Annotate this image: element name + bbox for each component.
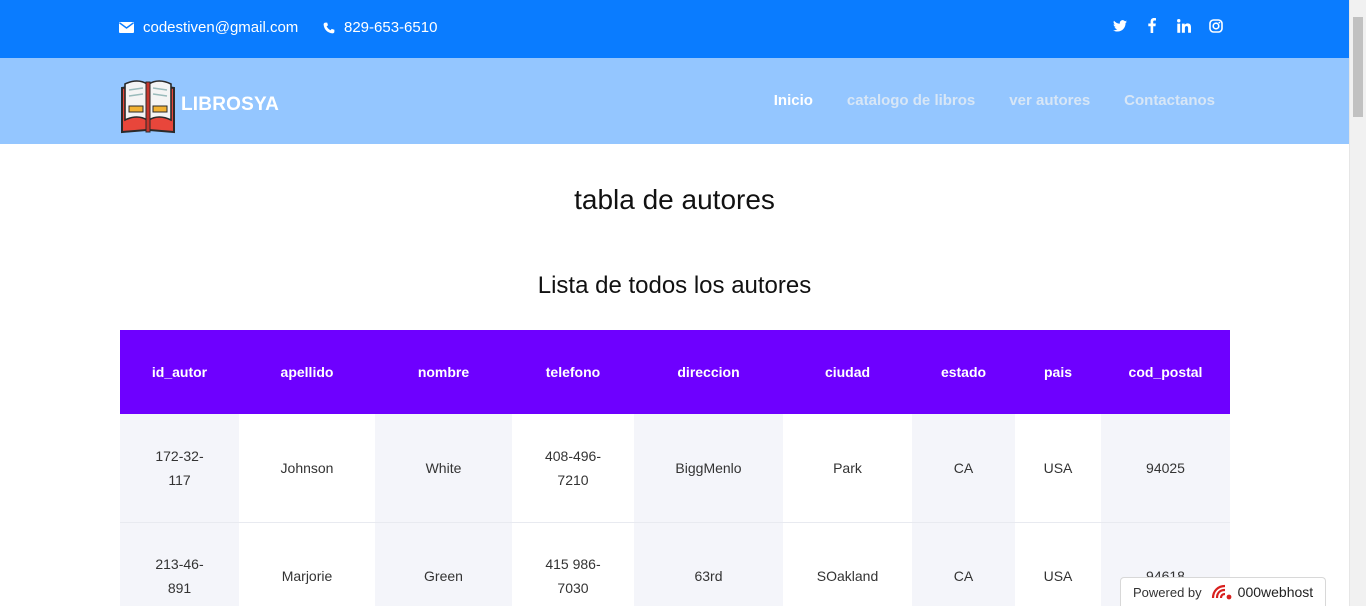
table-cell: Marjorie <box>239 522 375 606</box>
powered-by-badge[interactable]: Powered by 000webhost <box>1120 577 1326 606</box>
envelope-icon <box>119 22 134 33</box>
page-scrollbar[interactable] <box>1349 0 1366 606</box>
table-cell: SOakland <box>783 522 912 606</box>
table-cell: USA <box>1015 414 1101 523</box>
nav-link-catalogo-de-libros[interactable]: catalogo de libros <box>847 92 975 109</box>
cell-id-autor: 213-46-891 <box>155 556 204 596</box>
authors-table: id_autor apellido nombre telefono direcc… <box>120 330 1230 606</box>
table-cell: 94025 <box>1101 414 1230 523</box>
webhost-brand: 000webhost <box>1237 584 1314 600</box>
table-cell: BiggMenlo <box>634 414 783 523</box>
twitter-icon[interactable] <box>1112 18 1127 33</box>
powered-by-label: Powered by <box>1133 584 1202 600</box>
brand-logo-link[interactable]: LIBROSYA <box>119 76 279 134</box>
linkedin-icon[interactable] <box>1176 18 1191 33</box>
email-text: codestiven@gmail.com <box>143 19 299 36</box>
page-title: tabla de autores <box>574 184 775 215</box>
column-header-estado[interactable]: estado <box>912 330 1015 414</box>
column-header-telefono[interactable]: telefono <box>512 330 634 414</box>
top-contact-bar: codestiven@gmail.com 829-653-6510 <box>0 0 1349 58</box>
nav-link-inicio[interactable]: Inicio <box>774 92 813 109</box>
table-cell: 213-46-891 <box>120 522 239 606</box>
phone-contact[interactable]: 829-653-6510 <box>323 19 437 36</box>
phone-icon <box>323 22 335 33</box>
facebook-icon[interactable] <box>1144 18 1159 33</box>
table-cell: Johnson <box>239 414 375 523</box>
table-cell: 63rd <box>634 522 783 606</box>
column-header-direccion[interactable]: direccion <box>634 330 783 414</box>
table-cell: 172-32-117 <box>120 414 239 523</box>
book-logo-icon <box>121 80 175 134</box>
email-contact[interactable]: codestiven@gmail.com <box>119 19 298 36</box>
nav-menu: Inicio catalogo de libros ver autores Co… <box>774 92 1215 109</box>
cell-telefono: 415 986-7030 <box>545 556 601 596</box>
table-row: 213-46-891 Marjorie Green 415 986-7030 6… <box>120 522 1230 606</box>
table-cell: White <box>375 414 512 523</box>
column-header-nombre[interactable]: nombre <box>375 330 512 414</box>
section-subtitle: Lista de todos los autores <box>537 272 812 299</box>
column-header-id-autor[interactable]: id_autor <box>120 330 239 414</box>
nav-link-ver-autores[interactable]: ver autores <box>1009 92 1090 109</box>
table-cell: 415 986-7030 <box>512 522 634 606</box>
brand-name: LIBROSYA <box>181 94 280 115</box>
main-navbar: LIBROSYA Inicio catalogo de libros ver a… <box>0 58 1349 144</box>
social-links <box>1112 18 1223 33</box>
column-header-apellido[interactable]: apellido <box>239 330 375 414</box>
table-row: 172-32-117 Johnson White 408-496-7210 Bi… <box>120 414 1230 523</box>
webhost-logo-icon <box>1211 584 1232 600</box>
table-cell: 408-496-7210 <box>512 414 634 523</box>
table-cell: Green <box>375 522 512 606</box>
cell-id-autor: 172-32-117 <box>155 447 204 488</box>
table-cell: CA <box>912 414 1015 523</box>
phone-text: 829-653-6510 <box>344 19 438 36</box>
scrollbar-thumb[interactable] <box>1353 17 1363 117</box>
nav-link-contactanos[interactable]: Contactanos <box>1124 92 1215 109</box>
table-cell: CA <box>912 522 1015 606</box>
table-header-row: id_autor apellido nombre telefono direcc… <box>120 330 1230 414</box>
instagram-icon[interactable] <box>1208 18 1223 33</box>
column-header-pais[interactable]: pais <box>1015 330 1101 414</box>
column-header-ciudad[interactable]: ciudad <box>783 330 912 414</box>
table-cell: Park <box>783 414 912 523</box>
table-cell: USA <box>1015 522 1101 606</box>
column-header-cod-postal[interactable]: cod_postal <box>1101 330 1230 414</box>
cell-telefono: 408-496-7210 <box>544 447 602 488</box>
